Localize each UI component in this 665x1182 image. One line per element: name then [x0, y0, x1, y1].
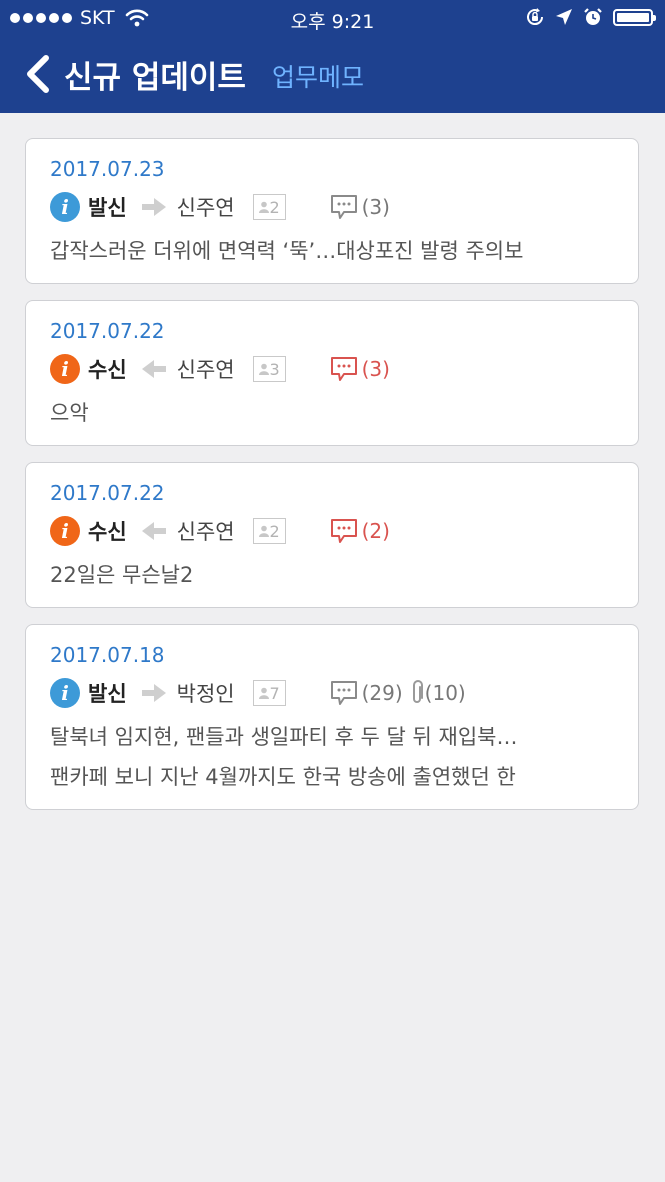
back-chevron-icon[interactable] [20, 52, 56, 96]
comment-count-value: (3) [361, 195, 390, 219]
person-icon [258, 363, 269, 375]
memo-preview-line: 팬카페 보니 지난 4월까지도 한국 방송에 출연했던 한 [50, 765, 516, 789]
memo-meta-row: i 수신 신주연 2 (2) [50, 509, 614, 553]
memo-direction-label: 발신 [88, 196, 127, 220]
comment-count: (3) [330, 194, 390, 220]
nav-bar: 신규 업데이트 업무메모 [0, 46, 665, 102]
memo-card[interactable]: 2017.07.22 i 수신 신주연 3 (3) 으악 [25, 300, 639, 446]
info-icon: i [50, 516, 80, 546]
recipient-count-value: 7 [269, 683, 280, 703]
memo-preview-line: 으악 [50, 401, 89, 425]
memo-preview: 갑작스러운 더위에 면역력 ‘뚝’…대상포진 발령 주의보 [50, 233, 614, 269]
memo-card[interactable]: 2017.07.22 i 수신 신주연 2 (2) 22일은 무슨날2 [25, 462, 639, 608]
memo-preview: 탈북녀 임지현, 팬들과 생일파티 후 두 달 뒤 재입북… 팬카페 보니 지난 … [50, 719, 614, 795]
status-right [525, 7, 656, 27]
attachment-count-value: (10) [424, 681, 466, 705]
comment-bubble-icon [330, 357, 357, 381]
recipient-count: 2 [252, 518, 286, 544]
page-subtitle: 업무메모 [272, 63, 365, 92]
header-bar: SKT 오후 9:21 신규 업데이트 업무메모 [0, 0, 665, 113]
comment-count-value: (2) [361, 519, 390, 543]
comment-bubble-icon [330, 519, 357, 543]
comment-bubble-icon [330, 681, 357, 705]
orientation-lock-icon [527, 8, 544, 26]
person-icon [258, 201, 269, 213]
person-icon [258, 687, 269, 699]
info-icon: i [50, 678, 80, 708]
paperclip-icon [412, 680, 423, 703]
recipient-count-value: 2 [269, 521, 280, 541]
memo-preview-line: 갑작스러운 더위에 면역력 ‘뚝’…대상포진 발령 주의보 [50, 239, 524, 263]
memo-person: 박정인 [176, 682, 235, 706]
memo-preview: 22일은 무슨날2 [50, 557, 614, 593]
memo-meta-row: i 발신 신주연 2 (3) [50, 185, 614, 229]
recipient-count-value: 2 [269, 197, 280, 217]
comment-count: (3) [330, 356, 390, 382]
memo-preview: 으악 [50, 395, 614, 431]
recipient-count-value: 3 [269, 359, 280, 379]
alarm-clock-icon [584, 8, 602, 25]
memo-card[interactable]: 2017.07.18 i 발신 박정인 7 (29) (10) 탈북녀 임지현,… [25, 624, 639, 810]
direction-arrow-icon [141, 360, 166, 378]
comment-count-value: (3) [361, 357, 390, 381]
recipient-count: 3 [252, 356, 286, 382]
battery-icon [613, 8, 656, 26]
memo-person: 신주연 [176, 196, 235, 220]
recipient-count: 7 [252, 680, 286, 706]
direction-arrow-icon [141, 198, 166, 216]
memo-direction-label: 수신 [88, 520, 127, 544]
info-icon: i [50, 192, 80, 222]
location-arrow-icon [556, 9, 572, 25]
memo-preview-line: 22일은 무슨날2 [50, 563, 194, 587]
memo-preview-line: 탈북녀 임지현, 팬들과 생일파티 후 두 달 뒤 재입북… [50, 725, 518, 749]
comment-count: (2) [330, 518, 390, 544]
comment-count: (29) [330, 680, 403, 706]
memo-meta-row: i 발신 박정인 7 (29) (10) [50, 671, 614, 715]
memo-card[interactable]: 2017.07.23 i 발신 신주연 2 (3) 갑작스러운 더위에 면역력 … [25, 138, 639, 284]
attachment-count: (10) [409, 680, 466, 706]
memo-direction-label: 발신 [88, 682, 127, 706]
memo-date: 2017.07.18 [50, 643, 165, 667]
memo-date: 2017.07.23 [50, 157, 165, 181]
comment-bubble-icon [330, 195, 357, 219]
comment-count-value: (29) [361, 681, 403, 705]
person-icon [258, 525, 269, 537]
recipient-count: 2 [252, 194, 286, 220]
direction-arrow-icon [141, 522, 166, 540]
direction-arrow-icon [141, 684, 166, 702]
info-icon: i [50, 354, 80, 384]
memo-date: 2017.07.22 [50, 481, 165, 505]
memo-person: 신주연 [176, 358, 235, 382]
memo-meta-row: i 수신 신주연 3 (3) [50, 347, 614, 391]
memo-list: 2017.07.23 i 발신 신주연 2 (3) 갑작스러운 더위에 면역력 … [25, 138, 639, 826]
memo-date: 2017.07.22 [50, 319, 165, 343]
memo-direction-label: 수신 [88, 358, 127, 382]
status-bar: SKT 오후 9:21 [0, 0, 665, 36]
memo-person: 신주연 [176, 520, 235, 544]
page-title: 신규 업데이트 [64, 60, 246, 96]
